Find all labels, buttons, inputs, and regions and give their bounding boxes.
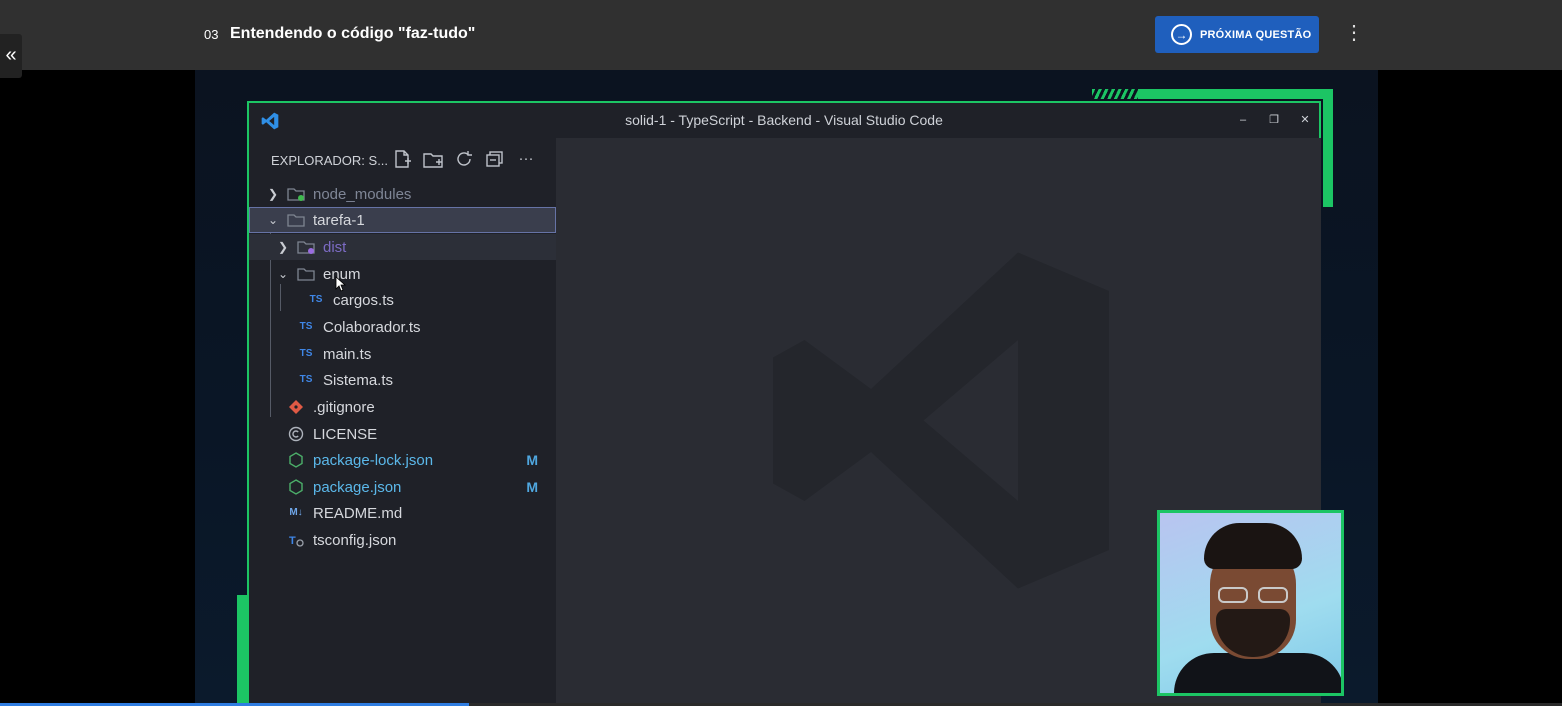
frame-decoration xyxy=(1323,89,1333,207)
tree-item-label: Sistema.ts xyxy=(323,371,394,389)
arrow-circle-right-icon: → xyxy=(1171,24,1192,45)
vscode-logo-icon xyxy=(261,112,279,130)
next-question-label: PRÓXIMA QUESTÃO xyxy=(1200,28,1312,41)
kebab-menu-icon[interactable]: ⋮ xyxy=(1344,22,1364,46)
instructor-hair xyxy=(1204,523,1302,569)
markdown-icon: M↓ xyxy=(289,507,303,518)
tsconfig-icon: T xyxy=(289,535,304,547)
lesson-title: Entendendo o código "faz-tudo" xyxy=(230,25,476,42)
restore-icon[interactable]: ❐ xyxy=(1258,103,1290,138)
tree-item-license[interactable]: LICENSE xyxy=(249,421,556,447)
close-icon[interactable]: ✕ xyxy=(1289,103,1321,138)
chevron-down-icon: ⌄ xyxy=(267,213,279,227)
folder-icon xyxy=(297,268,315,281)
explorer-sidebar: EXPLORADOR: S... ··· ❯ node_modules ⌄ ta… xyxy=(249,138,556,706)
tree-item-enum[interactable]: ⌄ enum xyxy=(249,261,556,287)
tree-item-label: Colaborador.ts xyxy=(323,318,421,336)
tree-item-dist[interactable]: ❯ dist xyxy=(249,234,556,260)
chevron-down-icon: ⌄ xyxy=(277,267,289,281)
typescript-icon: TS xyxy=(309,294,323,305)
tree-item-label: dist xyxy=(323,238,347,256)
minimize-icon[interactable]: – xyxy=(1227,103,1259,138)
nodejs-icon xyxy=(289,479,303,495)
instructor-webcam xyxy=(1157,510,1344,696)
tree-item-colaborador-ts[interactable]: TS Colaborador.ts xyxy=(249,314,556,340)
chevron-right-icon: ❯ xyxy=(277,240,289,254)
folder-dist-icon xyxy=(297,241,315,254)
tree-item-package-json[interactable]: package.json M xyxy=(249,474,556,500)
tree-item-cargos-ts[interactable]: TS cargos.ts xyxy=(249,287,556,313)
lesson-number: 03 xyxy=(204,27,219,42)
tree-item-label: README.md xyxy=(313,504,403,522)
typescript-icon: TS xyxy=(299,321,313,332)
modified-badge: M xyxy=(526,452,538,468)
new-file-icon[interactable] xyxy=(391,148,413,170)
copyright-icon xyxy=(288,426,304,442)
explorer-header: EXPLORADOR: S... xyxy=(271,153,389,168)
frame-stripes xyxy=(1092,89,1138,99)
instructor-shirt xyxy=(1174,653,1341,693)
modified-badge: M xyxy=(526,479,538,495)
refresh-icon[interactable] xyxy=(453,148,475,170)
tree-item-tarefa-1[interactable]: ⌄ tarefa-1 xyxy=(249,207,556,233)
glasses-right-lens xyxy=(1258,587,1288,603)
double-chevron-left-icon[interactable]: « xyxy=(0,34,22,78)
tree-item-label: package.json xyxy=(313,478,402,496)
tree-item-gitignore[interactable]: .gitignore xyxy=(249,394,556,420)
tree-item-sistema-ts[interactable]: TS Sistema.ts xyxy=(249,367,556,393)
nodejs-icon xyxy=(289,452,303,468)
new-folder-icon[interactable] xyxy=(422,148,444,170)
tree-item-package-lock-json[interactable]: package-lock.json M xyxy=(249,447,556,473)
frame-decoration xyxy=(237,595,247,706)
tree-item-label: node_modules xyxy=(313,185,412,203)
tree-item-label: main.ts xyxy=(323,345,372,363)
typescript-icon: TS xyxy=(299,348,313,359)
glasses-left-lens xyxy=(1218,587,1248,603)
tree-item-label: package-lock.json xyxy=(313,451,434,469)
folder-node-icon xyxy=(287,188,305,201)
more-icon[interactable]: ··· xyxy=(515,148,537,170)
tree-item-label: tarefa-1 xyxy=(313,211,365,229)
svg-text:T: T xyxy=(289,535,296,547)
tree-item-label: cargos.ts xyxy=(333,291,394,309)
chevron-right-icon: ❯ xyxy=(267,187,279,201)
vscode-watermark-icon xyxy=(773,252,1109,589)
tree-item-label: tsconfig.json xyxy=(313,531,397,549)
collapse-all-icon[interactable] xyxy=(484,148,506,170)
course-header: 03 Entendendo o código "faz-tudo" → PRÓX… xyxy=(0,0,1562,70)
window-title: solid-1 - TypeScript - Backend - Visual … xyxy=(249,103,1319,138)
tree-item-label: .gitignore xyxy=(313,398,375,416)
mouse-pointer-icon xyxy=(335,276,347,292)
git-icon xyxy=(289,400,303,414)
tree-item-label: LICENSE xyxy=(313,425,378,443)
tree-item-main-ts[interactable]: TS main.ts xyxy=(249,341,556,367)
typescript-icon: TS xyxy=(299,374,313,385)
tree-item-tsconfig-json[interactable]: T tsconfig.json xyxy=(249,527,556,553)
folder-icon xyxy=(287,214,305,227)
tree-item-node-modules[interactable]: ❯ node_modules xyxy=(249,181,556,207)
tree-item-readme-md[interactable]: M↓ README.md xyxy=(249,500,556,526)
next-question-button[interactable]: → PRÓXIMA QUESTÃO xyxy=(1155,16,1319,53)
